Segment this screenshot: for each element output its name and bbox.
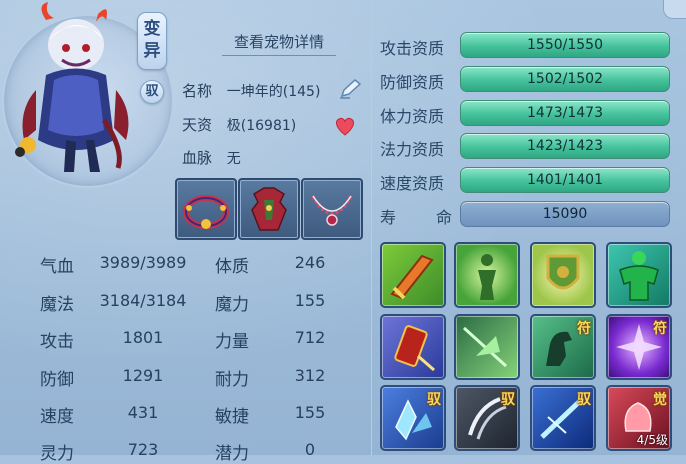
talent-row: 天资 极(16981) (182, 114, 296, 138)
muscle-skill-icon (619, 251, 659, 301)
name-label: 名称 (182, 82, 213, 100)
talent-value: 极(16981) (226, 118, 297, 134)
skill-slot-10[interactable]: 驭 (454, 385, 520, 451)
pet-portrait (15, 2, 129, 172)
collar-icon (183, 195, 229, 229)
skill-slot-3[interactable] (530, 242, 596, 308)
stat-speed-label: 速度 (40, 407, 74, 427)
aptitude-speed-bar: 1401/1401 (460, 167, 670, 193)
stat-spirit-value: 723 (127, 440, 159, 459)
stat-constitution-value: 246 (294, 253, 326, 272)
aptitude-stamina-bar: 1473/1473 (460, 100, 670, 126)
lifespan-label: 寿 命 (380, 204, 452, 228)
skill-slot-2[interactable] (454, 242, 520, 308)
variant-badge: 变异 (137, 12, 167, 70)
skill-slot-7[interactable]: 符 (530, 314, 596, 380)
stat-agility-label: 敏捷 (215, 407, 249, 427)
stat-magic-power-label: 魔力 (215, 295, 249, 315)
pet-stats-grid: 气血 3989/3989 体质 246 魔法 3184/3184 魔力 155 … (0, 240, 370, 464)
sword-skill-icon (390, 254, 434, 300)
skill-slot-9[interactable]: 驭 (380, 385, 446, 451)
skill-12-level: 4/5级 (636, 433, 668, 447)
shield-skill-icon (546, 254, 580, 290)
equip-slot-collar[interactable] (175, 178, 237, 240)
aptitude-attack-bar: 1550/1550 (460, 32, 670, 58)
stat-magic-power-value: 155 (294, 291, 326, 310)
variant-badge-text: 变异 (143, 19, 161, 61)
figure-skill-icon (478, 254, 496, 300)
stat-attack-value: 1801 (122, 328, 164, 347)
stat-defense-value: 1291 (122, 366, 164, 385)
heart-icon[interactable] (333, 115, 357, 137)
skill-10-tag: 驭 (501, 392, 515, 408)
pet-name-row: 名称 一坤年的(145) (182, 80, 320, 104)
skill-slot-6[interactable] (454, 314, 520, 380)
stat-endurance-label: 耐力 (215, 370, 249, 390)
edit-name-icon[interactable] (338, 78, 362, 100)
skill-11-tag: 驭 (577, 392, 591, 408)
stat-mp-value: 3184/3184 (99, 291, 187, 310)
skill-slot-5[interactable] (380, 314, 446, 380)
skill-slot-12[interactable]: 觉 4/5级 (606, 385, 672, 451)
stat-strength-value: 712 (294, 328, 326, 347)
skill-slot-11[interactable]: 驭 (530, 385, 596, 451)
bloodline-value: 无 (226, 151, 241, 167)
aptitude-stamina-label: 体力资质 (380, 107, 445, 126)
equip-slot-necklace[interactable] (301, 178, 363, 240)
skill-8-tag: 符 (653, 321, 667, 337)
skill-slot-1[interactable] (380, 242, 446, 308)
aptitude-attack-label: 攻击资质 (380, 39, 445, 58)
stat-potential-label: 潜力 (215, 444, 249, 464)
bloodline-label: 血脉 (182, 149, 213, 167)
skill-9-tag: 驭 (427, 392, 441, 408)
aptitude-mana-bar: 1423/1423 (460, 133, 670, 159)
stat-constitution-label: 体质 (215, 257, 249, 277)
stat-attack-label: 攻击 (40, 332, 74, 352)
bloodline-row: 血脉 无 (182, 147, 241, 171)
necklace-icon (311, 195, 353, 226)
talent-label: 天资 (182, 116, 213, 134)
view-pet-details-link[interactable]: 查看宠物详情 (222, 31, 336, 56)
armor-icon (251, 187, 287, 231)
skill-7-tag: 符 (577, 321, 591, 337)
stat-defense-label: 防御 (40, 370, 74, 390)
stat-speed-value: 431 (127, 403, 159, 422)
panel-corner-decoration (663, 0, 686, 19)
tame-badge: 驭 (140, 80, 164, 104)
stat-hp-label: 气血 (40, 257, 74, 277)
aptitude-mana-label: 法力资质 (380, 140, 445, 159)
aptitude-defense-label: 防御资质 (380, 73, 445, 92)
column-divider (371, 0, 372, 455)
skill-slot-4[interactable] (606, 242, 672, 308)
stat-agility-value: 155 (294, 403, 326, 422)
lifespan-label-a: 寿 (380, 208, 397, 227)
aptitude-defense-bar: 1502/1502 (460, 66, 670, 92)
stat-potential-value: 0 (304, 440, 316, 459)
stat-endurance-value: 312 (294, 366, 326, 385)
stat-hp-value: 3989/3989 (99, 253, 187, 272)
stat-strength-label: 力量 (215, 332, 249, 352)
lifespan-bar: 15090 (460, 201, 670, 227)
scroll-skill-icon (394, 325, 435, 372)
skill-slot-8[interactable]: 符 (606, 314, 672, 380)
shard-skill-icon (462, 326, 508, 368)
stat-spirit-label: 灵力 (40, 444, 74, 464)
stat-mp-label: 魔法 (40, 295, 74, 315)
pet-name-value: 一坤年的(145) (226, 84, 321, 100)
lifespan-label-b: 命 (435, 208, 452, 227)
aptitude-speed-label: 速度资质 (380, 174, 445, 193)
skill-12-tag: 觉 (653, 392, 667, 408)
equip-slot-armor[interactable] (238, 178, 300, 240)
